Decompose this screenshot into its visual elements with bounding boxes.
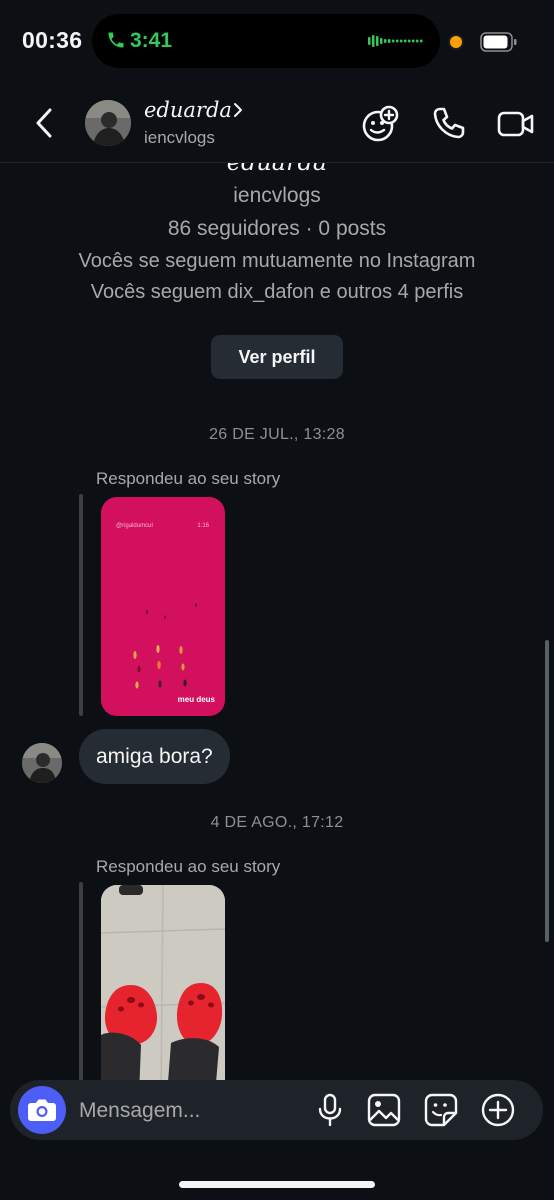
- battery-icon: [480, 32, 518, 52]
- story-caption-label: meu deus: [177, 695, 215, 704]
- story-reply-caption: Respondeu ao seu story: [96, 469, 281, 488]
- profile-follows-text: Vocês seguem dix_dafon e outros 4 perfis: [90, 281, 464, 303]
- story-illustration: [133, 603, 197, 689]
- sender-avatar[interactable]: [22, 743, 62, 783]
- dynamic-island[interactable]: 3:41: [92, 14, 440, 68]
- chat-header: eduarda iencvlogs: [0, 84, 554, 163]
- reply-indicator-bar: [79, 882, 83, 1082]
- story-crocs-photo: [101, 885, 225, 1095]
- sticker-icon[interactable]: [423, 1092, 459, 1128]
- camera-button[interactable]: [18, 1086, 66, 1134]
- sticker-effects-icon[interactable]: [360, 104, 400, 144]
- profile-username: iencvlogs: [233, 184, 321, 207]
- profile-stats: 86 seguidores · 0 posts: [167, 217, 387, 240]
- camera-in-use-dot: [450, 36, 462, 48]
- back-chevron-icon: [36, 108, 52, 138]
- story-thumbnail[interactable]: [101, 885, 225, 1095]
- reply-indicator-bar: [79, 494, 83, 716]
- gallery-icon[interactable]: [366, 1092, 402, 1128]
- avatar[interactable]: [85, 100, 131, 146]
- story-thumbnail[interactable]: @rigaldumcul 1:16 meu deus: [101, 497, 225, 716]
- view-profile-button[interactable]: Ver perfil: [211, 335, 343, 379]
- status-time: 00:36: [22, 27, 83, 53]
- camera-icon: [28, 1099, 56, 1121]
- plus-circle-icon[interactable]: [480, 1092, 516, 1128]
- phone-call-icon: [106, 29, 126, 51]
- message-composer: [10, 1080, 543, 1140]
- status-bar: 00:36 3:41: [0, 0, 554, 84]
- header-display-name[interactable]: eduarda: [144, 98, 232, 122]
- audio-waveform-icon: [368, 34, 424, 48]
- timestamp: 26 DE JUL., 13:28: [209, 426, 345, 443]
- phone-icon[interactable]: [428, 104, 468, 144]
- call-timer: 3:41: [130, 29, 173, 52]
- home-indicator[interactable]: [179, 1181, 375, 1188]
- back-button[interactable]: [28, 104, 62, 142]
- chevron-right-icon[interactable]: [232, 102, 244, 118]
- message-input[interactable]: [79, 1097, 299, 1125]
- microphone-icon[interactable]: [312, 1092, 348, 1128]
- message-bubble[interactable]: amiga bora?: [79, 729, 230, 784]
- header-username[interactable]: iencvlogs: [144, 128, 215, 148]
- video-camera-icon[interactable]: [496, 104, 536, 144]
- timestamp: 4 DE AGO., 17:12: [210, 814, 344, 831]
- scrollbar[interactable]: [545, 640, 549, 942]
- story-reply-caption: Respondeu ao seu story: [96, 857, 281, 876]
- profile-mutual-text: Vocês se seguem mutuamente no Instagram: [78, 250, 476, 272]
